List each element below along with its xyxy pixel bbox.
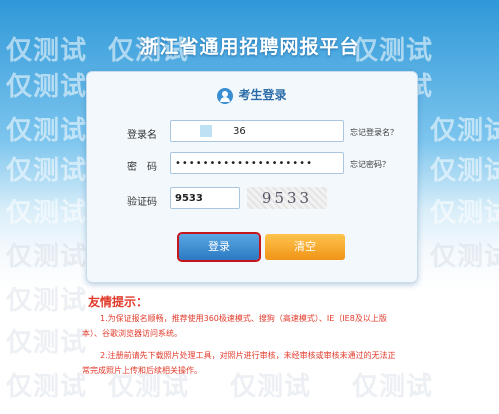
watermark: 仅测试	[6, 242, 88, 272]
tip-line: 本）、谷歌浏览器访问系统。	[82, 329, 182, 338]
watermark: 仅测试	[430, 198, 499, 228]
login-button[interactable]: 登录	[177, 232, 261, 262]
username-value: 36	[233, 126, 246, 137]
password-field[interactable]: ••••••••••••••••••••	[170, 152, 344, 174]
watermark: 仅测试	[430, 242, 499, 272]
tip-line: 常完成照片上传和后续相关操作。	[82, 366, 202, 375]
captcha-field[interactable]: 9533	[170, 187, 240, 209]
tip-line: 1.为保证报名顺畅，推荐使用360极速模式、搜狗（高速模式）、IE（IE8及以上…	[100, 314, 387, 323]
masked-region	[200, 125, 212, 137]
watermark: 仅测试	[6, 72, 88, 102]
captcha-image[interactable]: 9533	[247, 187, 327, 209]
watermark: 仅测试	[352, 372, 434, 402]
watermark: 仅测试	[6, 372, 88, 402]
watermark: 仅测试	[6, 156, 88, 186]
captcha-label: 验证码	[127, 197, 157, 208]
watermark: 仅测试	[230, 372, 312, 402]
reset-button[interactable]: 清空	[265, 234, 345, 260]
site-title: 浙江省通用招聘网报平台	[139, 36, 360, 58]
watermark: 仅测试	[430, 116, 499, 146]
login-heading-text: 考生登录	[238, 88, 287, 102]
watermark: 仅测试	[6, 328, 88, 358]
watermark: 仅测试	[430, 156, 499, 186]
forgot-username-link[interactable]: 忘记登录名？	[350, 127, 398, 138]
login-card: 考生登录 登录名 36 忘记登录名？ 密 码 •••••••••••••••••…	[86, 71, 418, 283]
tips-title: 友情提示：	[88, 295, 149, 309]
username-row: 登录名 36 忘记登录名？	[87, 120, 417, 146]
user-icon	[217, 87, 234, 104]
captcha-row: 验证码 9533 9533	[87, 187, 417, 213]
watermark: 仅测试	[6, 116, 88, 146]
watermark: 仅测试	[6, 286, 88, 316]
password-row: 密 码 •••••••••••••••••••• 忘记密码？	[87, 152, 417, 178]
username-field[interactable]: 36	[170, 120, 344, 142]
password-label: 密 码	[127, 162, 157, 173]
login-heading: 考生登录	[87, 86, 417, 104]
watermark: 仅测试	[6, 198, 88, 228]
tip-line: 2.注册前请先下载照片处理工具，对照片进行审核，未经审核或审核未通过的无法正	[100, 351, 396, 360]
forgot-password-link[interactable]: 忘记密码？	[350, 159, 390, 170]
username-label: 登录名	[127, 130, 157, 141]
